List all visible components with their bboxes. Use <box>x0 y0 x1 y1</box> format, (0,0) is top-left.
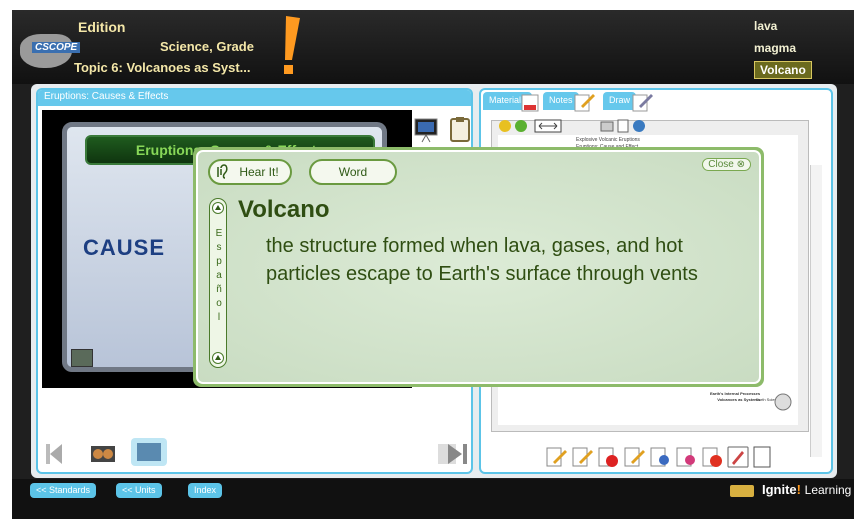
audio-note-icon[interactable] <box>649 446 671 468</box>
brand-name: Ignite <box>762 482 797 497</box>
footer: << Standards << Units Index Ignite! Lear… <box>12 479 854 519</box>
scroll-down-icon[interactable] <box>212 352 224 364</box>
glossary-card: Hear It! Word Close ⊗ E s p a ñ o l Volc… <box>196 150 761 384</box>
edit-note-icon[interactable] <box>545 446 567 468</box>
espanol-letter: E <box>215 228 223 239</box>
units-button[interactable]: << Units <box>116 483 162 498</box>
print-icon[interactable] <box>600 119 614 133</box>
brand-tail: Learning <box>804 483 852 497</box>
hear-it-label: Hear It! <box>239 165 279 179</box>
index-button[interactable]: Index <box>188 483 223 498</box>
page-icon[interactable] <box>616 119 630 133</box>
next-icon[interactable] <box>438 442 468 466</box>
materials-tab-icon <box>521 94 539 112</box>
doc-line: Explosive Volcanic Eruptions <box>576 137 640 143</box>
close-icon: ⊗ <box>736 159 745 170</box>
edit-note-icon[interactable] <box>623 446 645 468</box>
glossary-definition: the structure formed when lava, gases, a… <box>266 235 698 285</box>
glossary-term: Volcano <box>238 196 330 223</box>
slideshow-icon[interactable] <box>131 438 167 466</box>
espanol-letter: ñ <box>216 284 222 295</box>
espanol-label: E s p a ñ o l <box>214 227 224 325</box>
forward-icon[interactable] <box>514 119 528 133</box>
back-icon[interactable] <box>498 119 512 133</box>
espanol-letter: s <box>216 242 222 253</box>
espanol-toggle[interactable]: E s p a ñ o l <box>209 198 227 368</box>
edition-label: Edition <box>78 19 126 35</box>
standards-button[interactable]: << Standards <box>30 483 97 498</box>
edit-note-icon[interactable] <box>571 446 593 468</box>
espanol-letter: a <box>216 270 222 281</box>
ignite-learning-brand: Ignite! Learning <box>762 482 851 497</box>
doc-footer-line: Volcanoes as Systems <box>717 397 761 402</box>
ignite-logo-icon <box>730 485 754 497</box>
notes-tab-icon <box>574 94 595 112</box>
slide-text: CAUSE <box>83 235 166 260</box>
espanol-letter: o <box>216 298 222 309</box>
espanol-letter: p <box>216 256 222 267</box>
clipboard-icon[interactable] <box>448 116 472 142</box>
close-label: Close <box>708 159 734 170</box>
audio-note-icon[interactable] <box>675 446 697 468</box>
fit-width-icon[interactable] <box>534 119 562 133</box>
slide-nav-icon[interactable] <box>71 349 93 367</box>
hear-it-button[interactable]: Hear It! <box>208 159 292 185</box>
pen-icon[interactable] <box>727 446 749 468</box>
draw-tab-icon <box>632 94 653 112</box>
blank-page-icon[interactable] <box>751 446 773 468</box>
topic-label: Topic 6: Volcanoes as Syst... <box>74 60 251 75</box>
document-scrollbar[interactable] <box>810 165 822 457</box>
previous-icon[interactable] <box>46 442 62 466</box>
delete-note-icon[interactable] <box>701 446 723 468</box>
slide-navigation-bar <box>38 434 471 472</box>
audio-icon[interactable] <box>773 392 793 412</box>
ear-icon <box>217 164 228 179</box>
slide-panel-title: Eruptions: Causes & Effects <box>38 90 471 106</box>
globe-icon[interactable] <box>632 119 646 133</box>
word-link-magma[interactable]: magma <box>754 41 804 55</box>
word-button[interactable]: Word <box>309 159 397 185</box>
glossary-popup: Hear It! Word Close ⊗ E s p a ñ o l Volc… <box>193 147 764 387</box>
header: CSCOPE Edition Science, Grade Topic 6: V… <box>12 10 854 84</box>
brand-bang: ! <box>796 482 802 497</box>
word-link-lava[interactable]: lava <box>754 19 804 33</box>
logo-text: CSCOPE <box>32 42 81 53</box>
exclamation-icon <box>284 16 300 74</box>
word-link-volcano[interactable]: Volcano <box>754 61 812 79</box>
presentation-icon[interactable] <box>414 117 438 143</box>
cscope-logo: CSCOPE <box>20 34 81 68</box>
video-icon[interactable] <box>90 442 116 464</box>
espanol-letter: l <box>217 312 221 323</box>
record-icon[interactable] <box>597 446 619 468</box>
close-button[interactable]: Close ⊗ <box>702 158 751 171</box>
scroll-up-icon[interactable] <box>212 202 224 214</box>
course-label: Science, Grade <box>160 39 254 54</box>
